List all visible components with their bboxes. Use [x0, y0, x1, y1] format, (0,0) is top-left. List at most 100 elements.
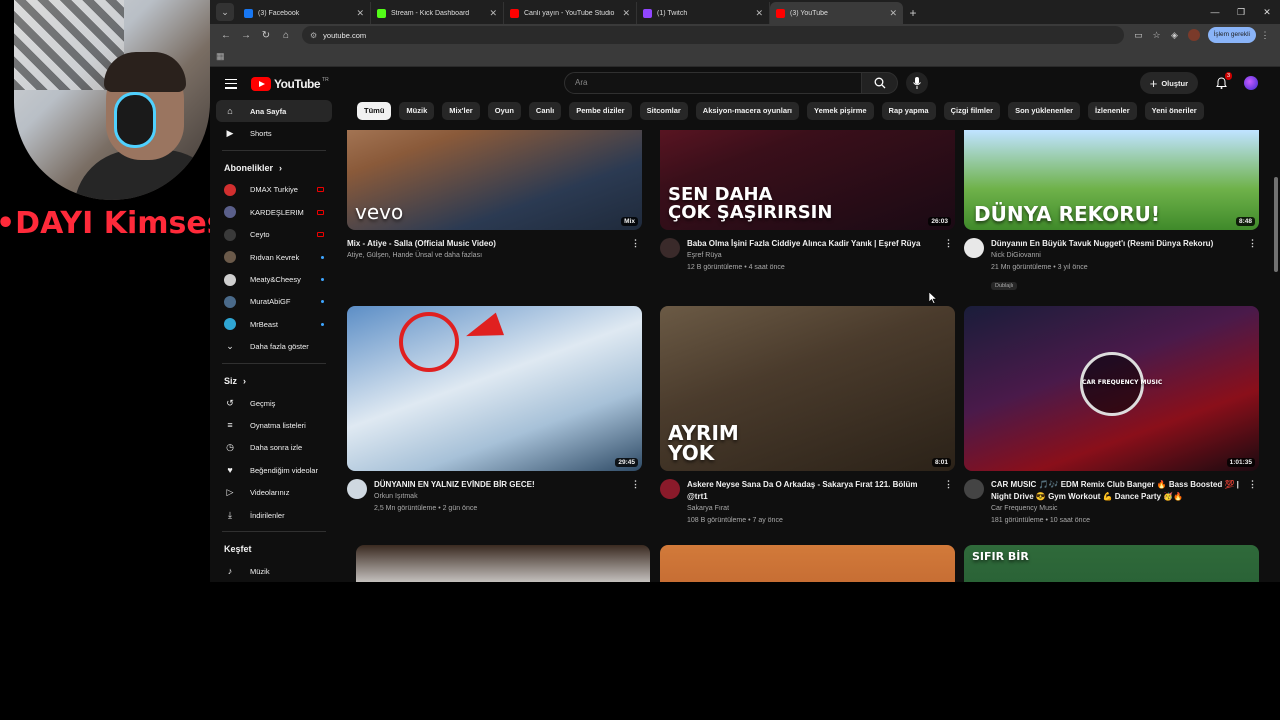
video-thumbnail[interactable]: DÜNYA REKORU! 8:48	[964, 130, 1259, 230]
tab-close-icon[interactable]: ✕	[889, 8, 897, 19]
channel-avatar[interactable]	[964, 479, 984, 499]
sidebar-item-you[interactable]: ◷ Daha sonra izle	[216, 437, 332, 459]
channel-name[interactable]: Orkun Işıtmak	[374, 491, 624, 503]
video-card[interactable]: vevo Mix Mix - Atiye - Salla (Official Mus…	[347, 130, 642, 262]
more-options-icon[interactable]: ⋮	[944, 479, 953, 490]
sidebar-item-explore[interactable]: ♪ Müzik	[216, 560, 332, 582]
close-window-button[interactable]: ✕	[1254, 0, 1280, 24]
more-options-icon[interactable]: ⋮	[1248, 238, 1257, 249]
video-card[interactable]: DÜNYA REKORU! 8:48 Dünyanın En Büyük Tavuk…	[964, 130, 1259, 292]
subscription-item[interactable]: DMAX Turkiye	[216, 179, 332, 201]
sidebar-item-you[interactable]: ⤓ İndirilenler	[216, 504, 332, 526]
extensions-icon[interactable]: ◈	[1166, 30, 1184, 41]
channel-avatar[interactable]	[660, 479, 680, 499]
cast-icon[interactable]: ▭	[1130, 30, 1148, 41]
maximize-button[interactable]: ❐	[1228, 0, 1254, 24]
minimize-button[interactable]: —	[1202, 0, 1228, 24]
video-title[interactable]: DÜNYANIN EN YALNIZ EVİNDE BİR GECE!	[374, 479, 624, 491]
site-info-icon[interactable]: ⚙	[310, 31, 317, 40]
video-thumbnail[interactable]: CAR FREQUENCY MUSIC 1:01:35	[964, 306, 1259, 471]
more-options-icon[interactable]: ⋮	[944, 238, 953, 249]
subscription-item[interactable]: Rıdvan Kevrek	[216, 246, 332, 268]
video-thumbnail[interactable]: SIFIR BİR	[964, 545, 1259, 582]
tab-close-icon[interactable]: ✕	[489, 8, 497, 19]
filter-chip[interactable]: Yemek pişirme	[807, 102, 874, 120]
forward-button[interactable]: →	[236, 30, 256, 41]
back-button[interactable]: ←	[216, 30, 236, 41]
home-button[interactable]: ⌂	[276, 30, 296, 41]
page-scrollbar[interactable]	[1272, 67, 1280, 582]
you-header[interactable]: Siz ›	[216, 370, 332, 392]
more-options-icon[interactable]: ⋮	[631, 479, 640, 490]
browser-tab[interactable]: Canlı yayın - YouTube Studio ✕	[504, 2, 637, 24]
video-title[interactable]: Mix - Atiye - Salla (Official Music Vide…	[347, 238, 624, 250]
video-thumbnail[interactable]: SEN DAHA ÇOK ŞAŞIRIRSIN 26:03	[660, 130, 955, 230]
subscription-item[interactable]: KARDEŞLERIM	[216, 201, 332, 223]
filter-chip[interactable]: Yeni öneriler	[1144, 102, 1204, 120]
filter-chip[interactable]: Pembe diziler	[569, 102, 632, 120]
channel-name[interactable]: Sakarya Fırat	[687, 503, 937, 515]
video-thumbnail[interactable]	[356, 545, 650, 582]
guide-menu-icon[interactable]	[225, 78, 237, 89]
channel-avatar[interactable]	[964, 238, 984, 258]
subscriptions-header[interactable]: Abonelikler ›	[216, 157, 332, 179]
apps-grid-icon[interactable]: ▦	[216, 51, 225, 62]
voice-search-button[interactable]	[906, 72, 928, 94]
search-button[interactable]	[862, 72, 898, 94]
filter-chip[interactable]: Çizgi filmler	[943, 102, 1001, 120]
search-input[interactable]: Ara	[564, 72, 862, 94]
browser-tab[interactable]: Stream - Kick Dashboard ✕	[371, 2, 504, 24]
browser-tab[interactable]: (3) Facebook ✕	[238, 2, 371, 24]
video-card[interactable]: AYRIM YOK 8:01 Askere Neyse Sana Da O Arka…	[660, 306, 955, 527]
sidebar-item-you[interactable]: ▷ Videolarınız	[216, 481, 332, 503]
filter-chip[interactable]: Son yüklenenler	[1008, 102, 1081, 120]
profile-avatar[interactable]	[1187, 29, 1200, 41]
filter-chip[interactable]: Mix'ler	[442, 102, 480, 120]
more-options-icon[interactable]: ⋮	[631, 238, 640, 249]
subscription-item[interactable]: Ceyto	[216, 224, 332, 246]
channel-name[interactable]: Nick DiGiovanni	[991, 250, 1241, 262]
filter-chip[interactable]: Müzik	[399, 102, 435, 120]
channel-name[interactable]: Eşref Rüya	[687, 250, 937, 262]
video-card[interactable]: CAR FREQUENCY MUSIC 1:01:35 CAR MUSIC 🎵🎶 E…	[964, 306, 1259, 527]
filter-chip[interactable]: Aksiyon-macera oyunları	[695, 102, 799, 120]
video-title[interactable]: Askere Neyse Sana Da O Arkadaş - Sakarya…	[687, 479, 937, 503]
notifications-button[interactable]: 3	[1210, 72, 1232, 94]
filter-chip[interactable]: Tümü	[357, 102, 392, 120]
account-avatar[interactable]	[1244, 76, 1258, 90]
filter-chip[interactable]: Canlı	[528, 102, 562, 120]
sidebar-item-you[interactable]: ≡ Oynatma listeleri	[216, 414, 332, 436]
sidebar-item-shorts[interactable]: ▶ Shorts	[216, 122, 332, 144]
filter-chip[interactable]: İzlenenler	[1088, 102, 1137, 120]
browser-tab[interactable]: (1) Twitch ✕	[637, 2, 770, 24]
channel-name[interactable]: Atiye, Gülşen, Hande Ünsal ve daha fazla…	[347, 250, 624, 262]
video-title[interactable]: CAR MUSIC 🎵🎶 EDM Remix Club Banger 🔥 Bas…	[991, 479, 1241, 503]
sidebar-item-you[interactable]: ↺ Geçmiş	[216, 392, 332, 414]
sidebar-item-you[interactable]: ♥ Beğendiğim videolar	[216, 459, 332, 481]
sidebar-item-ana-sayfa[interactable]: ⌂ Ana Sayfa	[216, 100, 332, 123]
channel-avatar[interactable]	[660, 238, 680, 258]
video-title[interactable]: Baba Olma İşini Fazla Ciddiye Alınca Kad…	[687, 238, 937, 250]
url-field[interactable]: ⚙ youtube.com	[302, 26, 1124, 44]
channel-name[interactable]: Car Frequency Music	[991, 503, 1241, 515]
video-card[interactable]: 29:45 DÜNYANIN EN YALNIZ EVİNDE BİR GECE!…	[347, 306, 642, 515]
filter-chip[interactable]: Sitcomlar	[639, 102, 688, 120]
update-button[interactable]: İşlem gerekli	[1207, 27, 1256, 43]
tab-close-icon[interactable]: ✕	[755, 8, 763, 19]
filter-chip[interactable]: Rap yapma	[881, 102, 936, 120]
create-button[interactable]: + Oluştur	[1139, 72, 1198, 94]
video-thumbnail[interactable]: vevo Mix	[347, 130, 642, 230]
tab-close-icon[interactable]: ✕	[622, 8, 630, 19]
video-title[interactable]: Dünyanın En Büyük Tavuk Nugget'ı (Resmi …	[991, 238, 1241, 250]
video-thumbnail[interactable]	[660, 545, 955, 582]
video-card[interactable]: SEN DAHA ÇOK ŞAŞIRIRSIN 26:03 Baba Olma İş…	[660, 130, 955, 274]
new-tab-button[interactable]: +	[903, 6, 923, 20]
video-thumbnail[interactable]: 29:45	[347, 306, 642, 471]
youtube-logo[interactable]: YouTube TR	[251, 76, 329, 91]
subscription-item[interactable]: MuratAbiGF	[216, 291, 332, 313]
tab-close-icon[interactable]: ✕	[356, 8, 364, 19]
subscription-item[interactable]: MrBeast	[216, 313, 332, 335]
bookmark-star-icon[interactable]: ☆	[1148, 30, 1166, 41]
more-options-icon[interactable]: ⋮	[1248, 479, 1257, 490]
channel-avatar[interactable]	[347, 479, 367, 499]
